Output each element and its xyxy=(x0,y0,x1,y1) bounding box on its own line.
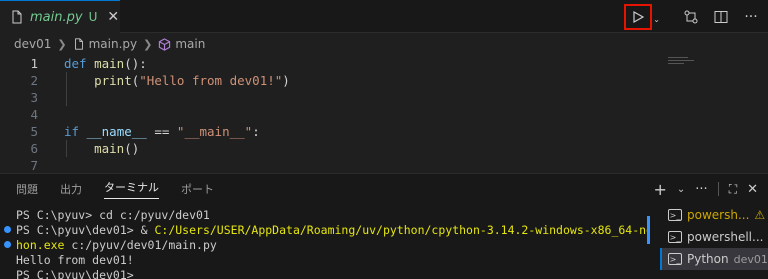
code-line: 6 main() xyxy=(0,140,768,157)
chevron-right-icon: ❯ xyxy=(57,37,67,51)
tab-ports[interactable]: ポート xyxy=(181,181,214,197)
panel-actions: + ⌄ ··· ⛶ ✕ xyxy=(653,174,758,204)
terminal-icon: >_ xyxy=(668,209,682,221)
terminal-output[interactable]: PS C:\pyuv> cd c:/pyuv/dev01 PS C:\pyuv\… xyxy=(0,207,650,279)
terminal-line: Hello from dev01! xyxy=(16,252,134,267)
terminal-item-powershell-2[interactable]: >_ powershell... xyxy=(660,226,768,248)
line-number: 1 xyxy=(30,56,38,71)
breadcrumb: dev01 ❯ main.py ❯ main xyxy=(0,33,768,55)
terminal-line: PS C:\pyuv\dev01> & C:/Users/USER/AppDat… xyxy=(16,222,650,237)
method-symbol-icon xyxy=(159,37,171,51)
line-number: 5 xyxy=(30,124,38,139)
chevron-down-icon[interactable]: ⌄ xyxy=(677,184,685,195)
terminal-list: >_ powersh... ⚠ >_ powershell... >_ Pyth… xyxy=(660,204,768,279)
warning-icon: ⚠ xyxy=(754,208,766,222)
line-number: 6 xyxy=(30,141,38,156)
more-actions-icon[interactable]: ··· xyxy=(695,182,707,197)
line-number: 4 xyxy=(30,107,38,122)
terminal-icon: >_ xyxy=(668,231,682,243)
play-icon xyxy=(633,10,644,23)
git-status-badge: U xyxy=(88,10,98,24)
code-line: 2 print("Hello from dev01!") xyxy=(0,72,768,89)
breadcrumb-symbol[interactable]: main xyxy=(158,37,205,51)
breadcrumb-folder[interactable]: dev01 xyxy=(14,37,51,51)
terminal-line: PS C:\pyuv> cd c:/pyuv/dev01 xyxy=(16,207,210,222)
command-decoration-icon[interactable] xyxy=(4,241,11,248)
terminal-item-label: Python xyxy=(687,252,729,266)
chevron-right-icon: ❯ xyxy=(143,37,153,51)
editor-tab-bar: main.py U ✕ ⌄ ··· xyxy=(0,0,768,33)
breadcrumb-symbol-label: main xyxy=(175,37,206,51)
close-tab-icon[interactable]: ✕ xyxy=(107,9,119,25)
more-actions-icon[interactable]: ··· xyxy=(742,8,760,26)
file-icon xyxy=(10,10,24,24)
terminal-item-label: powershell... xyxy=(687,230,764,244)
tab-output[interactable]: 出力 xyxy=(60,181,82,197)
maximize-panel-icon[interactable]: ⛶ xyxy=(729,182,737,197)
code-line: 3 xyxy=(0,89,768,106)
breadcrumb-file-label: main.py xyxy=(88,37,138,51)
terminal-item-cwd: dev01 xyxy=(733,252,768,266)
split-editor-icon[interactable] xyxy=(712,8,730,26)
tab-terminal[interactable]: ターミナル xyxy=(104,179,159,199)
code-line: 4 xyxy=(0,106,768,123)
line-number: 3 xyxy=(30,90,38,105)
chevron-down-icon[interactable]: ⌄ xyxy=(653,15,660,24)
terminal-item-powershell-1[interactable]: >_ powersh... ⚠ xyxy=(660,204,768,226)
code-line: 1 def main(): xyxy=(0,55,768,72)
terminal-line: hon.exe c:/pyuv/dev01/main.py xyxy=(16,237,217,252)
code-line: 7 xyxy=(0,157,768,174)
tab-problems[interactable]: 問題 xyxy=(16,181,38,197)
new-terminal-icon[interactable]: + xyxy=(653,180,666,199)
line-number: 7 xyxy=(30,158,38,173)
terminal-icon: >_ xyxy=(668,253,682,265)
tab-main-py[interactable]: main.py U ✕ xyxy=(0,0,120,33)
terminal-line: PS C:\pyuv\dev01> xyxy=(16,267,134,279)
terminal-item-label: powersh... xyxy=(687,208,750,222)
code-line: 5 if __name__ == "__main__": xyxy=(0,123,768,140)
terminal-scrollbar[interactable] xyxy=(647,216,650,244)
close-panel-icon[interactable]: ✕ xyxy=(747,182,758,197)
compare-changes-icon[interactable] xyxy=(682,8,700,26)
run-python-file-button[interactable]: ⌄ xyxy=(624,3,660,30)
breadcrumb-file[interactable]: main.py xyxy=(73,37,138,51)
bottom-panel: 問題 出力 ターミナル ポート + ⌄ ··· ⛶ ✕ PS C:\pyuv> … xyxy=(0,173,768,279)
file-icon xyxy=(74,38,83,50)
code-editor[interactable]: 1 def main(): 2 print("Hello from dev01!… xyxy=(0,55,768,173)
command-decoration-icon[interactable] xyxy=(4,226,11,233)
editor-actions: ⌄ ··· xyxy=(624,0,760,33)
terminal-item-python[interactable]: >_ Python dev01 xyxy=(660,248,768,270)
line-number: 2 xyxy=(30,73,38,88)
tab-label: main.py xyxy=(30,9,83,25)
